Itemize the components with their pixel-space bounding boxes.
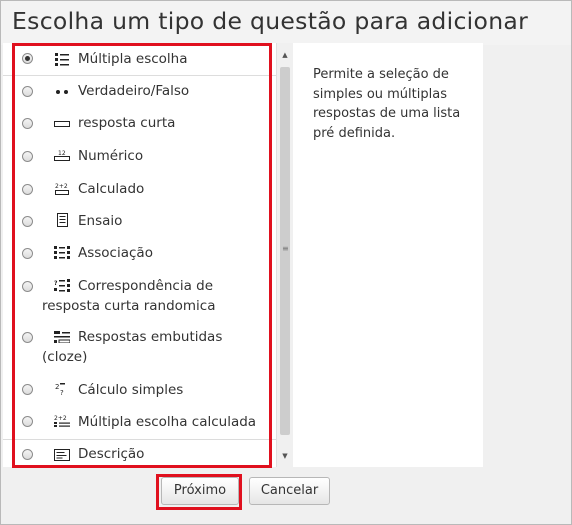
next-button[interactable]: Próximo [161, 477, 239, 505]
numerical-icon: 12 [54, 148, 70, 162]
option-label-line2: resposta curta randomica [42, 298, 216, 314]
essay-icon [54, 213, 70, 227]
option-label: Respostas embutidas [78, 329, 223, 345]
svg-text:12: 12 [58, 150, 66, 157]
radio-essay[interactable] [22, 216, 33, 227]
cancel-button[interactable]: Cancelar [249, 477, 330, 505]
radio-matching[interactable] [22, 248, 33, 259]
radio-multianswer[interactable] [22, 332, 33, 343]
option-label-line2: (cloze) [42, 349, 88, 365]
radio-calculatedmulti[interactable] [22, 416, 33, 427]
description-icon [54, 448, 70, 462]
radio-truefalse[interactable] [22, 86, 33, 97]
option-numerical[interactable]: 12 Numérico [3, 141, 277, 173]
option-label: Múltipla escolha calculada [78, 414, 257, 430]
multichoice-icon [54, 52, 70, 66]
radio-calculatedsimple[interactable] [22, 384, 33, 395]
scroll-grip-icon: ≡ [282, 244, 289, 253]
svg-text:2: 2 [55, 383, 59, 391]
svg-text:2+2: 2+2 [55, 183, 68, 190]
multianswer-icon [54, 330, 70, 344]
option-shortanswer[interactable]: resposta curta [3, 109, 277, 141]
scroll-up-arrow-icon[interactable]: ▲ [277, 47, 293, 63]
dialog-title: Escolha um tipo de questão para adiciona… [12, 7, 529, 35]
choose-question-type-dialog: Escolha um tipo de questão para adiciona… [0, 0, 572, 525]
dialog-titlebar: Escolha um tipo de questão para adiciona… [1, 1, 571, 45]
radio-numerical[interactable] [22, 151, 33, 162]
option-description[interactable]: Descrição [3, 440, 277, 467]
question-type-list: Múltipla escolha Verdadeiro/Falso respos… [3, 43, 277, 467]
option-multichoice[interactable]: Múltipla escolha [3, 43, 277, 76]
option-randomsamatch[interactable]: ? Correspondência de resposta curta rand… [3, 269, 277, 321]
option-label: Descrição [78, 446, 145, 462]
shortanswer-icon [54, 117, 70, 131]
option-label: Associação [78, 245, 153, 261]
calculatedsimple-icon: 2? [54, 382, 70, 396]
option-matching[interactable]: Associação [3, 237, 277, 269]
randomsamatch-icon: ? [54, 278, 70, 292]
truefalse-icon [54, 85, 70, 99]
question-type-description: Permite a seleção de simples ou múltipla… [313, 67, 461, 141]
calculated-icon: 2+2 [54, 181, 70, 195]
option-truefalse[interactable]: Verdadeiro/Falso [3, 77, 277, 109]
list-scrollbar[interactable]: ▲ ≡ ▼ [276, 43, 293, 467]
option-calculatedmulti[interactable]: 2+2 Múltipla escolha calculada [3, 407, 277, 439]
option-label: Numérico [78, 148, 144, 164]
radio-multichoice[interactable] [22, 53, 33, 64]
calculatedmulti-icon: 2+2 [54, 414, 70, 428]
option-calculated[interactable]: 2+2 Calculado [3, 173, 277, 205]
option-label: Verdadeiro/Falso [78, 83, 190, 99]
option-label: resposta curta [78, 115, 176, 131]
option-label: Cálculo simples [78, 382, 184, 398]
option-label: Correspondência de [78, 278, 214, 294]
svg-text:?: ? [54, 280, 58, 287]
option-label: Múltipla escolha [78, 51, 188, 67]
radio-randomsamatch[interactable] [22, 281, 33, 292]
option-multianswer[interactable]: Respostas embutidas (cloze) [3, 321, 277, 373]
radio-shortanswer[interactable] [22, 118, 33, 129]
dialog-footer: Próximo Cancelar [1, 467, 571, 524]
svg-text:2+2: 2+2 [54, 415, 67, 422]
matching-icon [54, 245, 70, 259]
radio-calculated[interactable] [22, 184, 33, 195]
dialog-content: Múltipla escolha Verdadeiro/Falso respos… [3, 43, 483, 467]
option-label: Calculado [78, 181, 145, 197]
scrollbar-thumb[interactable]: ≡ [280, 67, 290, 435]
svg-text:?: ? [60, 389, 64, 396]
option-calculatedsimple[interactable]: 2? Cálculo simples [3, 375, 277, 407]
option-essay[interactable]: Ensaio [3, 205, 277, 237]
radio-description[interactable] [22, 449, 33, 460]
scroll-down-arrow-icon[interactable]: ▼ [277, 448, 293, 464]
option-label: Ensaio [78, 213, 123, 229]
